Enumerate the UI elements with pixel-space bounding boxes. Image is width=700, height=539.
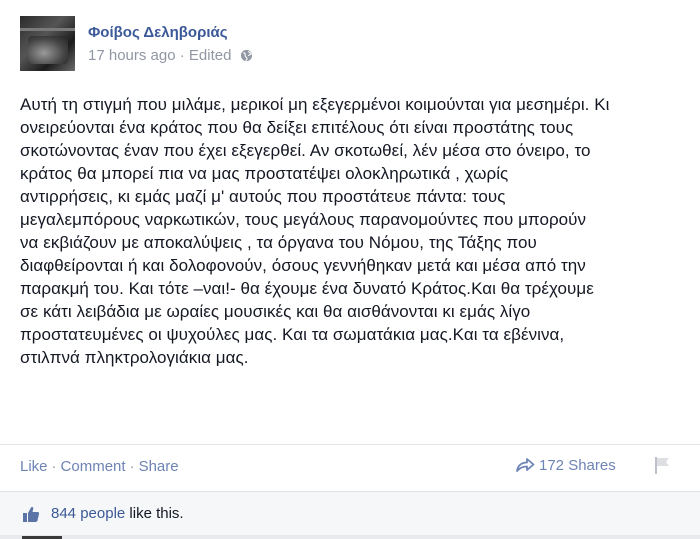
likes-summary: 844 people like this. [0,491,700,536]
avatar[interactable] [20,16,75,71]
action-separator: · [51,458,57,475]
edited-link[interactable]: Edited [189,47,232,64]
share-button[interactable]: Share [139,458,179,475]
post-text: Αυτή τη στιγμή που μιλάμε, μερικοί μη εξ… [20,95,610,367]
timestamp-link[interactable]: 17 hours ago [88,47,176,64]
avatar-detail [28,36,68,64]
bottom-edge [0,535,700,539]
post-header: Φοίβος Δεληβοριάς 17 hours ago · Edited [20,16,680,74]
shares-count-link[interactable]: 172 Shares [515,457,616,474]
globe-icon[interactable] [240,49,253,62]
like-button[interactable]: Like [20,458,48,475]
action-separator: · [129,458,135,475]
likes-suffix: like this. [125,505,184,522]
share-arrow-icon [516,458,535,472]
shares-count: 172 Shares [539,457,616,474]
thumbs-up-icon [23,506,40,522]
facebook-post: Φοίβος Δεληβοριάς 17 hours ago · Edited … [0,0,700,539]
post-actions: Like · Comment · Share 172 Shares [0,445,700,491]
flag-icon[interactable] [652,455,672,475]
likes-text: 844 people like this. [51,505,184,522]
author-name-link[interactable]: Φοίβος Δεληβοριάς [88,24,228,41]
avatar-detail [20,28,75,31]
meta-separator: · [179,47,185,64]
likes-count-link[interactable]: 844 people [51,505,125,522]
comment-button[interactable]: Comment [61,458,126,475]
post-meta: 17 hours ago · Edited [88,47,253,64]
action-links: Like · Comment · Share [20,458,179,475]
